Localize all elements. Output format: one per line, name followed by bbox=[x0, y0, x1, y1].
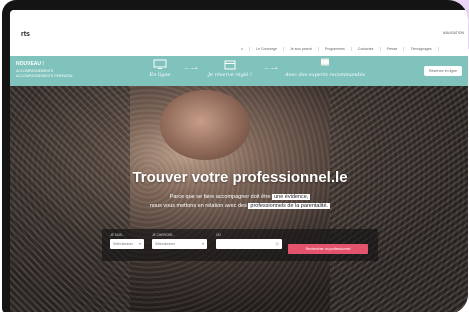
hero-section: Trouver votre professionnel.le Parce que… bbox=[10, 86, 468, 312]
chevron-down-icon: ▾ bbox=[201, 241, 204, 246]
promo-banner: NOUVEAU ! ACCOMPAGNEMENTS ACCOMPAGNEMENT… bbox=[10, 56, 468, 86]
arrow-icon: — ⟶ bbox=[264, 66, 278, 72]
site-logo[interactable]: rts bbox=[21, 31, 30, 38]
browser-screen: rts NAVIGATION ⌂ Le Concierge Je suis pa… bbox=[10, 10, 468, 312]
step-online: En ligne bbox=[140, 59, 180, 78]
banner-title: NOUVEAU ! bbox=[16, 61, 45, 67]
experts-icon bbox=[280, 58, 370, 70]
step-label: Je réserve réglé ! bbox=[208, 72, 252, 78]
calendar-icon bbox=[224, 60, 236, 70]
nav-item-temoignages[interactable]: Témoignages bbox=[404, 47, 439, 51]
hero-line1-text: Parce que se faire accompagner doit être bbox=[169, 194, 271, 200]
step-label: Avec des experts recommandés bbox=[285, 72, 365, 78]
hero-title: Trouver votre professionnel.le bbox=[132, 169, 348, 186]
need-value: Sélectionnez bbox=[155, 242, 176, 246]
location-input[interactable]: ◎ bbox=[216, 239, 282, 249]
header-menu-link[interactable]: NAVIGATION bbox=[443, 31, 464, 35]
role-label: JE SUIS... bbox=[110, 233, 125, 237]
banner-subtitle: ACCOMPAGNEMENTS ACCOMPAGNEMENTS PERINATA… bbox=[16, 69, 74, 78]
location-field: OÙ ◎ bbox=[216, 233, 282, 249]
chevron-down-icon: ▾ bbox=[138, 241, 141, 246]
computer-icon bbox=[153, 59, 167, 69]
search-button[interactable]: Rechercher un professionnel bbox=[288, 244, 368, 254]
banner-steps: En ligne — ⟶ Je réserve réglé ! — ⟶ Avec… bbox=[140, 58, 380, 85]
arrow-icon: — ⟶ bbox=[184, 66, 198, 72]
nav-item-parent[interactable]: Je suis parent bbox=[284, 47, 319, 51]
role-value: Sélectionnez bbox=[113, 242, 134, 246]
step-experts: Avec des experts recommandés bbox=[280, 58, 370, 78]
tablet-frame: rts NAVIGATION ⌂ Le Concierge Je suis pa… bbox=[2, 0, 468, 314]
location-label: OÙ bbox=[216, 233, 221, 237]
nav-item-contact[interactable]: Contactez bbox=[352, 47, 381, 51]
main-nav: ⌂ Le Concierge Je suis parent Programmes… bbox=[235, 47, 468, 51]
hero-line1-highlight: une évidence, bbox=[272, 194, 311, 200]
book-online-button[interactable]: Réservez en ligne bbox=[423, 66, 462, 76]
locate-icon: ◎ bbox=[275, 241, 280, 246]
nav-item-presse[interactable]: Presse bbox=[381, 47, 405, 51]
page-bottom-strip bbox=[0, 312, 469, 318]
role-select[interactable]: Sélectionnez ▾ bbox=[110, 239, 144, 249]
step-label: En ligne bbox=[149, 72, 171, 78]
step-reserve: Je réserve réglé ! bbox=[200, 59, 260, 78]
hero-line2-text: nous vous mettons en relation avec des bbox=[149, 203, 247, 209]
need-select[interactable]: Sélectionnez ▾ bbox=[152, 239, 207, 249]
hero-photo bbox=[160, 90, 250, 160]
nav-item-concierge[interactable]: Le Concierge bbox=[250, 47, 284, 51]
hero-subtitle: Parce que se faire accompagner doit être… bbox=[10, 193, 468, 211]
need-field: JE CHERCHE... Sélectionnez ▾ bbox=[152, 233, 207, 249]
site-header: rts NAVIGATION ⌂ Le Concierge Je suis pa… bbox=[10, 10, 468, 56]
hero-line2-highlight: professionnels de la parentalité. bbox=[248, 203, 331, 209]
need-label: JE CHERCHE... bbox=[152, 233, 176, 237]
search-panel: JE SUIS... Sélectionnez ▾ JE CHERCHE... … bbox=[102, 229, 378, 261]
nav-home-icon[interactable]: ⌂ bbox=[235, 47, 251, 51]
role-field: JE SUIS... Sélectionnez ▾ bbox=[110, 233, 144, 249]
nav-item-programmes[interactable]: Programmes bbox=[319, 47, 352, 51]
